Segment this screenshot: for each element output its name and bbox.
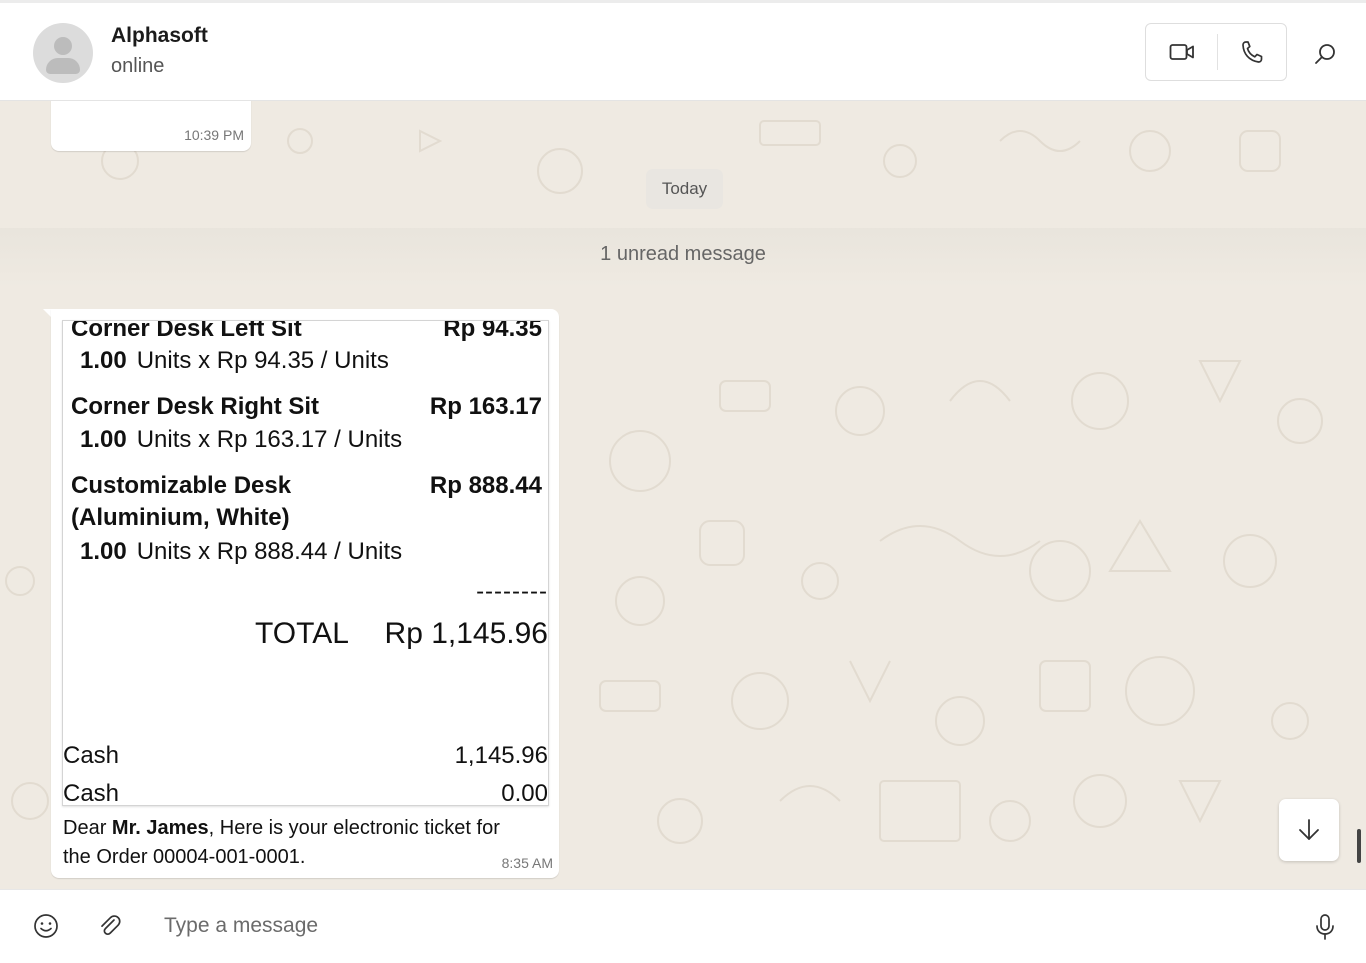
- receipt-item-detail: Units x Rp 888.44 / Units: [136, 538, 403, 565]
- search-button[interactable]: [1304, 33, 1346, 75]
- message-timestamp: 8:35 AM: [501, 855, 553, 871]
- microphone-icon: [1316, 914, 1334, 940]
- chat-scrollbar-thumb[interactable]: [1357, 829, 1361, 863]
- receipt-message-bubble[interactable]: Corner Desk Left Sit Rp 94.35 1.00 Units …: [51, 309, 559, 878]
- emoji-button[interactable]: [30, 910, 62, 942]
- receipt-item-detail: Units x Rp 163.17 / Units: [136, 426, 403, 453]
- search-icon: [1315, 44, 1335, 64]
- paperclip-icon: [101, 915, 121, 935]
- arrow-down-icon: [1299, 819, 1319, 840]
- receipt-image[interactable]: Corner Desk Left Sit Rp 94.35 1.00 Units …: [62, 320, 549, 806]
- avatar-body-shape: [46, 58, 80, 74]
- receipt-item-name: Customizable Desk: [71, 472, 292, 499]
- avatar[interactable]: [33, 23, 93, 83]
- voice-message-button[interactable]: [1308, 910, 1342, 944]
- receipt-item-quantity-line: 1.00 Units x Rp 888.44 / Units: [80, 538, 402, 566]
- avatar-head-shape: [54, 37, 72, 55]
- voice-call-button[interactable]: [1228, 34, 1276, 70]
- emoji-icon: [34, 914, 58, 938]
- message-timestamp: 10:39 PM: [184, 127, 244, 143]
- contact-name[interactable]: Alphasoft: [111, 24, 208, 48]
- receipt-item-name-line2: (Aluminium, White): [71, 504, 290, 531]
- receipt-payment-label: Cash: [63, 742, 120, 769]
- contact-status: online: [111, 55, 165, 77]
- caption-greeting: Dear: [63, 817, 112, 839]
- receipt-item-price: Rp 888.44: [429, 472, 542, 499]
- receipt-item-price: Rp 163.17: [429, 393, 542, 420]
- receipt-item-qty: 1.00: [80, 426, 127, 453]
- receipt-item-quantity-line: 1.00 Units x Rp 163.17 / Units: [80, 426, 402, 454]
- receipt-item-qty: 1.00: [80, 538, 127, 565]
- message-input[interactable]: [150, 904, 1270, 948]
- call-button-group: [1145, 23, 1287, 81]
- receipt-total-label: TOTAL: [255, 617, 349, 650]
- unread-banner: 1 unread message: [600, 243, 766, 265]
- receipt-item-name: Corner Desk Right Sit: [71, 393, 320, 420]
- receipt-payment-label: Cash: [63, 780, 120, 806]
- receipt-item-detail: Units x Rp 94.35 / Units: [136, 347, 389, 374]
- message-composer: [0, 889, 1366, 963]
- message-caption: Dear Mr. James, Here is your electronic …: [63, 814, 533, 872]
- receipt-item-name: Corner Desk Left Sit: [71, 320, 302, 342]
- previous-message-bubble[interactable]: 10:39 PM: [51, 101, 251, 151]
- receipt-item-price: Rp 94.35: [443, 320, 542, 342]
- receipt-payment-value: 1,145.96: [454, 742, 548, 769]
- call-group-divider: [1217, 34, 1218, 70]
- video-call-button[interactable]: [1158, 34, 1206, 70]
- receipt-item-quantity-line: 1.00 Units x Rp 94.35 / Units: [80, 347, 389, 375]
- attach-button[interactable]: [94, 910, 126, 942]
- receipt-total-value: Rp 1,145.96: [384, 617, 548, 650]
- date-divider: Today: [646, 169, 723, 209]
- receipt-separator: --------: [476, 578, 548, 605]
- chat-area[interactable]: 10:39 PM Today 1 unread message Corner D…: [0, 101, 1366, 889]
- receipt-payment-value: 0.00: [501, 780, 548, 806]
- chat-header: Alphasoft online: [0, 0, 1366, 101]
- phone-icon: [1242, 41, 1263, 63]
- video-camera-icon: [1169, 44, 1194, 60]
- caption-customer-name: Mr. James: [111, 817, 209, 839]
- receipt-item-qty: 1.00: [80, 347, 127, 374]
- scroll-to-bottom-button[interactable]: [1279, 799, 1339, 861]
